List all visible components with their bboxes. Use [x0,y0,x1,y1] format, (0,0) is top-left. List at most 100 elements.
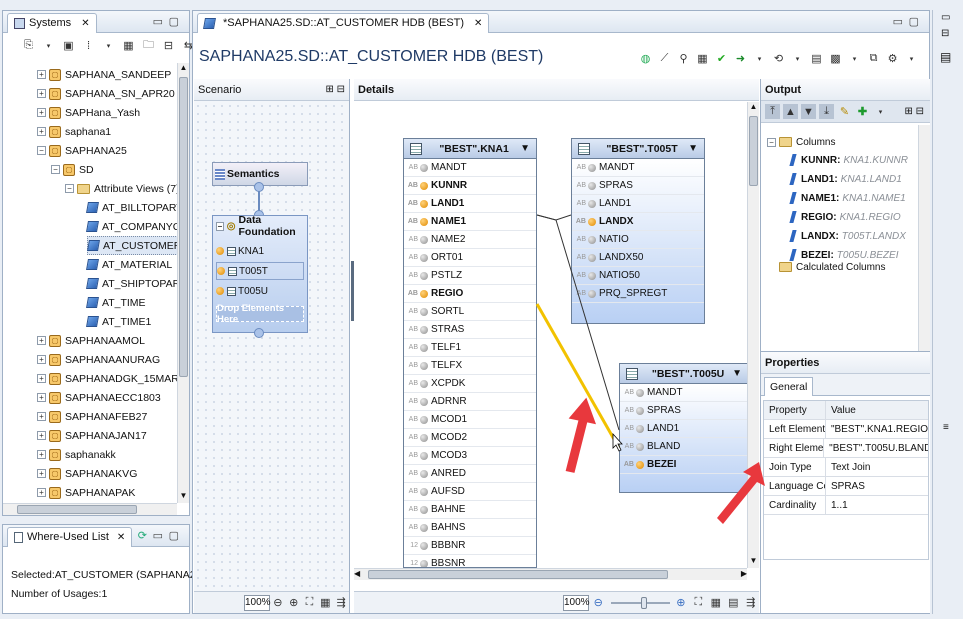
table-field[interactable]: AB TELF1 [404,339,536,357]
tree-item[interactable]: − Attribute Views (7) [65,179,177,198]
dropdown-icon[interactable]: ▾ [873,104,888,119]
dropdown-icon[interactable]: ▾ [904,51,919,66]
fit-icon[interactable]: ⛶ [304,595,316,610]
property-value[interactable]: 1..1 [826,500,848,511]
expand-icon[interactable]: + [37,355,46,364]
table-field[interactable]: AB MCOD3 [404,447,536,465]
tree-item[interactable]: + SAPHANAFEB27 [37,407,147,426]
maximize-icon[interactable]: ▢ [909,15,919,28]
dropdown-icon[interactable]: ▾ [101,38,116,53]
table-field[interactable]: AB TELFX [404,357,536,375]
table-field[interactable]: AB BAHNS [404,519,536,537]
col-property[interactable]: Property [764,401,826,419]
table-field[interactable]: AB MCOD2 [404,429,536,447]
property-row[interactable]: Cardinality 1..1 [764,496,928,515]
table-field[interactable]: AB BLAND [620,438,748,456]
add-icon[interactable]: ✚ [855,104,870,119]
tree-item[interactable]: + SAPHANAPAK [37,483,135,502]
tree-item[interactable]: AT_SHIPTOPARTY [86,274,177,293]
tree-item[interactable]: + saphana1 [37,122,111,141]
table-field[interactable]: AB PRQ_SPREGT [572,285,704,303]
table-field[interactable]: AB BAHNE [404,501,536,519]
chart-icon[interactable]: ⟋ [657,51,672,66]
where-used-tab[interactable]: Where-Used List ✕ [7,526,133,547]
grid-icon[interactable]: ▤ [727,595,739,610]
table-field[interactable]: AB LAND1 [404,195,536,213]
monitor-icon[interactable]: ▣ [61,38,76,53]
property-row[interactable]: Join Type Text Join [764,458,928,477]
table-field[interactable]: AB SORTL [404,303,536,321]
table-field[interactable]: AB MANDT [620,384,748,402]
collapse-icon[interactable]: − [37,146,46,155]
grid-icon[interactable]: ▦ [121,38,136,53]
output-column[interactable]: LAND1: KNA1.LAND1 [789,170,902,188]
table-field[interactable]: AB SPRAS [572,177,704,195]
zoom-in-icon[interactable]: ⊕ [288,595,300,610]
dropdown-icon[interactable]: ▼ [520,143,530,154]
expand-icon[interactable]: + [37,431,46,440]
table-field[interactable]: AB NATIO [572,231,704,249]
table-field[interactable]: AB REGIO [404,285,536,303]
dropdown-icon[interactable]: ▾ [41,38,56,53]
zoom-out-icon[interactable]: ⊖ [272,595,284,610]
data-preview-icon[interactable]: ⧉ [866,51,881,66]
layout-icon[interactable]: ▦ [319,595,331,610]
property-value[interactable]: "BEST".T005U.BLAND [824,443,928,454]
zoom-slider[interactable] [611,596,670,609]
expand-icon[interactable]: + [37,127,46,136]
output-column[interactable]: KUNNR: KNA1.KUNNR [789,151,908,169]
scroll-thumb[interactable] [179,77,188,377]
zoom-input[interactable]: 100% [563,594,590,611]
tree-item[interactable]: AT_TIME [86,293,146,312]
systems-scrollbar-v[interactable]: ▲ ▼ [177,63,189,503]
tree-item[interactable]: + SAPHANAANURAG [37,350,160,369]
expand-icon[interactable]: + [37,374,46,383]
scroll-thumb-h[interactable] [17,505,137,514]
table-field[interactable]: AB ORT01 [404,249,536,267]
systems-tab[interactable]: Systems ✕ [7,12,97,33]
grid-icon[interactable]: ▦ [695,51,710,66]
outline-icon[interactable]: ▤ [940,50,951,64]
tree-item[interactable]: + SAPHANA_SANDEEP [37,65,171,84]
drop-area[interactable]: Drop Elements Here [216,303,304,325]
table-field[interactable]: AB NAME2 [404,231,536,249]
collapse-icon[interactable]: − [65,184,74,193]
df-table-item[interactable]: KNA1 [216,242,304,260]
collapse-all-icon[interactable]: ⊟ [161,38,176,53]
tree-item[interactable]: AT_BILLTOPARTY [86,198,177,217]
property-row[interactable]: Left Element "BEST".KNA1.REGIO [764,420,928,439]
tree-item[interactable]: + SAPHANAKVG [37,464,137,483]
df-table-item[interactable]: T005U [216,282,304,300]
scroll-thumb-h[interactable] [368,570,668,579]
expand-icon[interactable]: ⊞ ⊟ [904,106,924,117]
table-field[interactable]: AB SPRAS [620,402,748,420]
scroll-left-icon[interactable]: ◀ [354,569,360,578]
tree-item[interactable]: AT_CUSTOMER [87,236,177,255]
calculated-columns-folder[interactable]: Calculated Columns [779,258,886,276]
minimize-icon[interactable]: ▭ [941,12,950,23]
move-bottom-icon[interactable]: ⤓ [819,104,834,119]
tree-item[interactable]: + SAPHANA_SN_APR20 [37,84,175,103]
table-field[interactable]: AB NAME1 [404,213,536,231]
details-scrollbar-h[interactable]: ◀ ▶ [354,568,747,580]
table-field[interactable]: AB ANRED [404,465,536,483]
scroll-right-icon[interactable]: ▶ [741,569,747,578]
tree-item[interactable]: AT_COMPANYCODE [86,217,177,236]
table-field[interactable]: AB ADRNR [404,393,536,411]
zoom-out-icon[interactable]: ⊖ [592,595,604,610]
globe-icon[interactable]: ◍ [638,51,653,66]
property-row[interactable]: Right Element"BEST".T005U.BLAND [764,439,928,458]
expand-icon[interactable]: + [37,412,46,421]
dropdown-icon[interactable]: ▾ [847,51,862,66]
history-icon[interactable]: ⟲ [771,51,786,66]
table-field[interactable]: AB AUFSD [404,483,536,501]
layout-icon[interactable]: ▦ [710,595,722,610]
minimize-icon[interactable]: ▭ [153,529,163,542]
edit-icon[interactable]: ✎ [837,104,852,119]
minimize-icon[interactable]: ▭ [153,15,163,28]
output-column[interactable]: REGIO: KNA1.REGIO [789,208,901,226]
property-value[interactable]: SPRAS [826,481,865,492]
tree-item[interactable]: + SAPHANAECC1803 [37,388,161,407]
collapse-icon[interactable]: − [51,165,60,174]
close-icon[interactable]: ✕ [117,532,125,543]
